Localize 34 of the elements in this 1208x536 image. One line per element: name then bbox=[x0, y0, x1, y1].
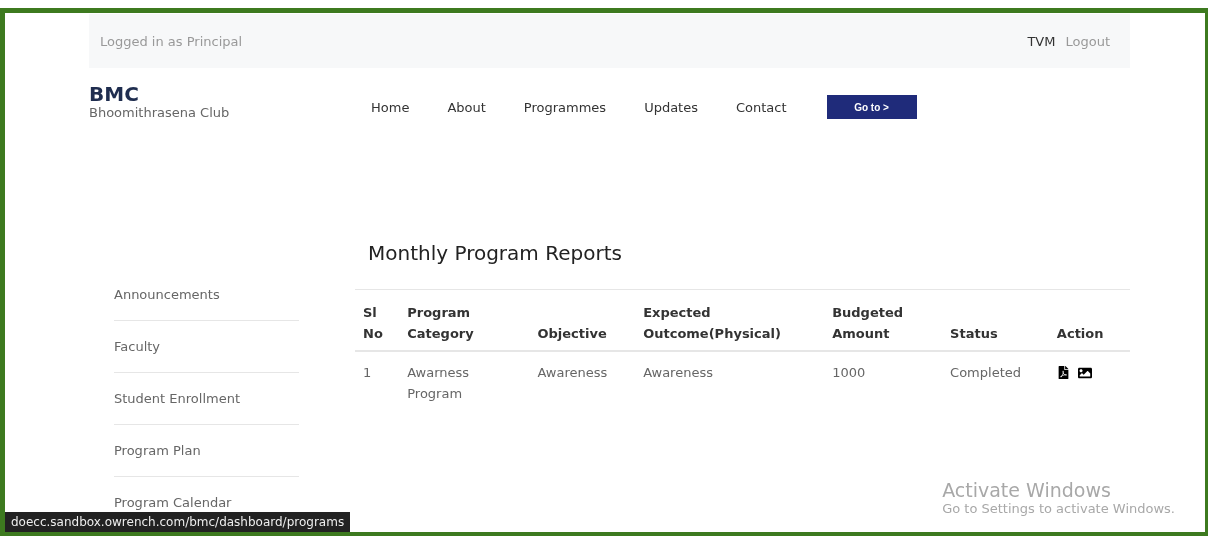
go-to-button[interactable]: Go to > bbox=[826, 95, 917, 119]
column-header: Status bbox=[942, 289, 1049, 351]
column-header: Program Category bbox=[399, 289, 530, 351]
sidebar-item[interactable]: Student Enrollment bbox=[114, 391, 240, 406]
nav-link[interactable]: Programmes bbox=[523, 99, 607, 115]
table-cell: 1 bbox=[355, 351, 400, 414]
nav-link[interactable]: Contact bbox=[736, 99, 787, 115]
sidebar-item[interactable]: Announcements bbox=[114, 287, 220, 302]
column-header: Budgeted Amount bbox=[824, 289, 943, 351]
activation-title: Activate Windows bbox=[942, 479, 1112, 501]
login-status: Logged in as Principal bbox=[100, 33, 243, 49]
sidebar-item[interactable]: Faculty bbox=[114, 339, 161, 354]
nav-link[interactable]: Updates bbox=[644, 99, 698, 115]
table-cell: Awareness bbox=[635, 351, 825, 414]
column-header: Expected Outcome(Physical) bbox=[635, 289, 825, 351]
activation-message: Go to Settings to activate Windows. bbox=[942, 501, 1175, 516]
table-cell: Completed bbox=[942, 351, 1049, 414]
column-header: Objective bbox=[529, 289, 636, 351]
image-icon[interactable] bbox=[1077, 366, 1092, 380]
column-header: Action bbox=[1048, 289, 1130, 351]
sidebar-item[interactable]: Program Plan bbox=[114, 443, 201, 458]
nav-link[interactable]: Home bbox=[371, 99, 410, 115]
table-cell: Awarness Program bbox=[399, 351, 530, 414]
brand-title: BMC bbox=[89, 83, 140, 105]
table-cell: Awareness bbox=[529, 351, 636, 414]
sidebar-item[interactable]: Program Calendar bbox=[114, 495, 232, 510]
page-title: Monthly Program Reports bbox=[368, 241, 623, 265]
table-cell: 1000 bbox=[824, 351, 943, 414]
status-bar-url: doecc.sandbox.owrench.com/bmc/dashboard/programs bbox=[5, 512, 351, 532]
brand-subtitle: Bhoomithrasena Club bbox=[89, 105, 231, 120]
nav-link[interactable]: About bbox=[447, 99, 486, 115]
pdf-file-icon[interactable] bbox=[1056, 366, 1070, 379]
column-header: Sl No bbox=[355, 289, 400, 351]
user-name: TVM bbox=[1027, 33, 1056, 49]
